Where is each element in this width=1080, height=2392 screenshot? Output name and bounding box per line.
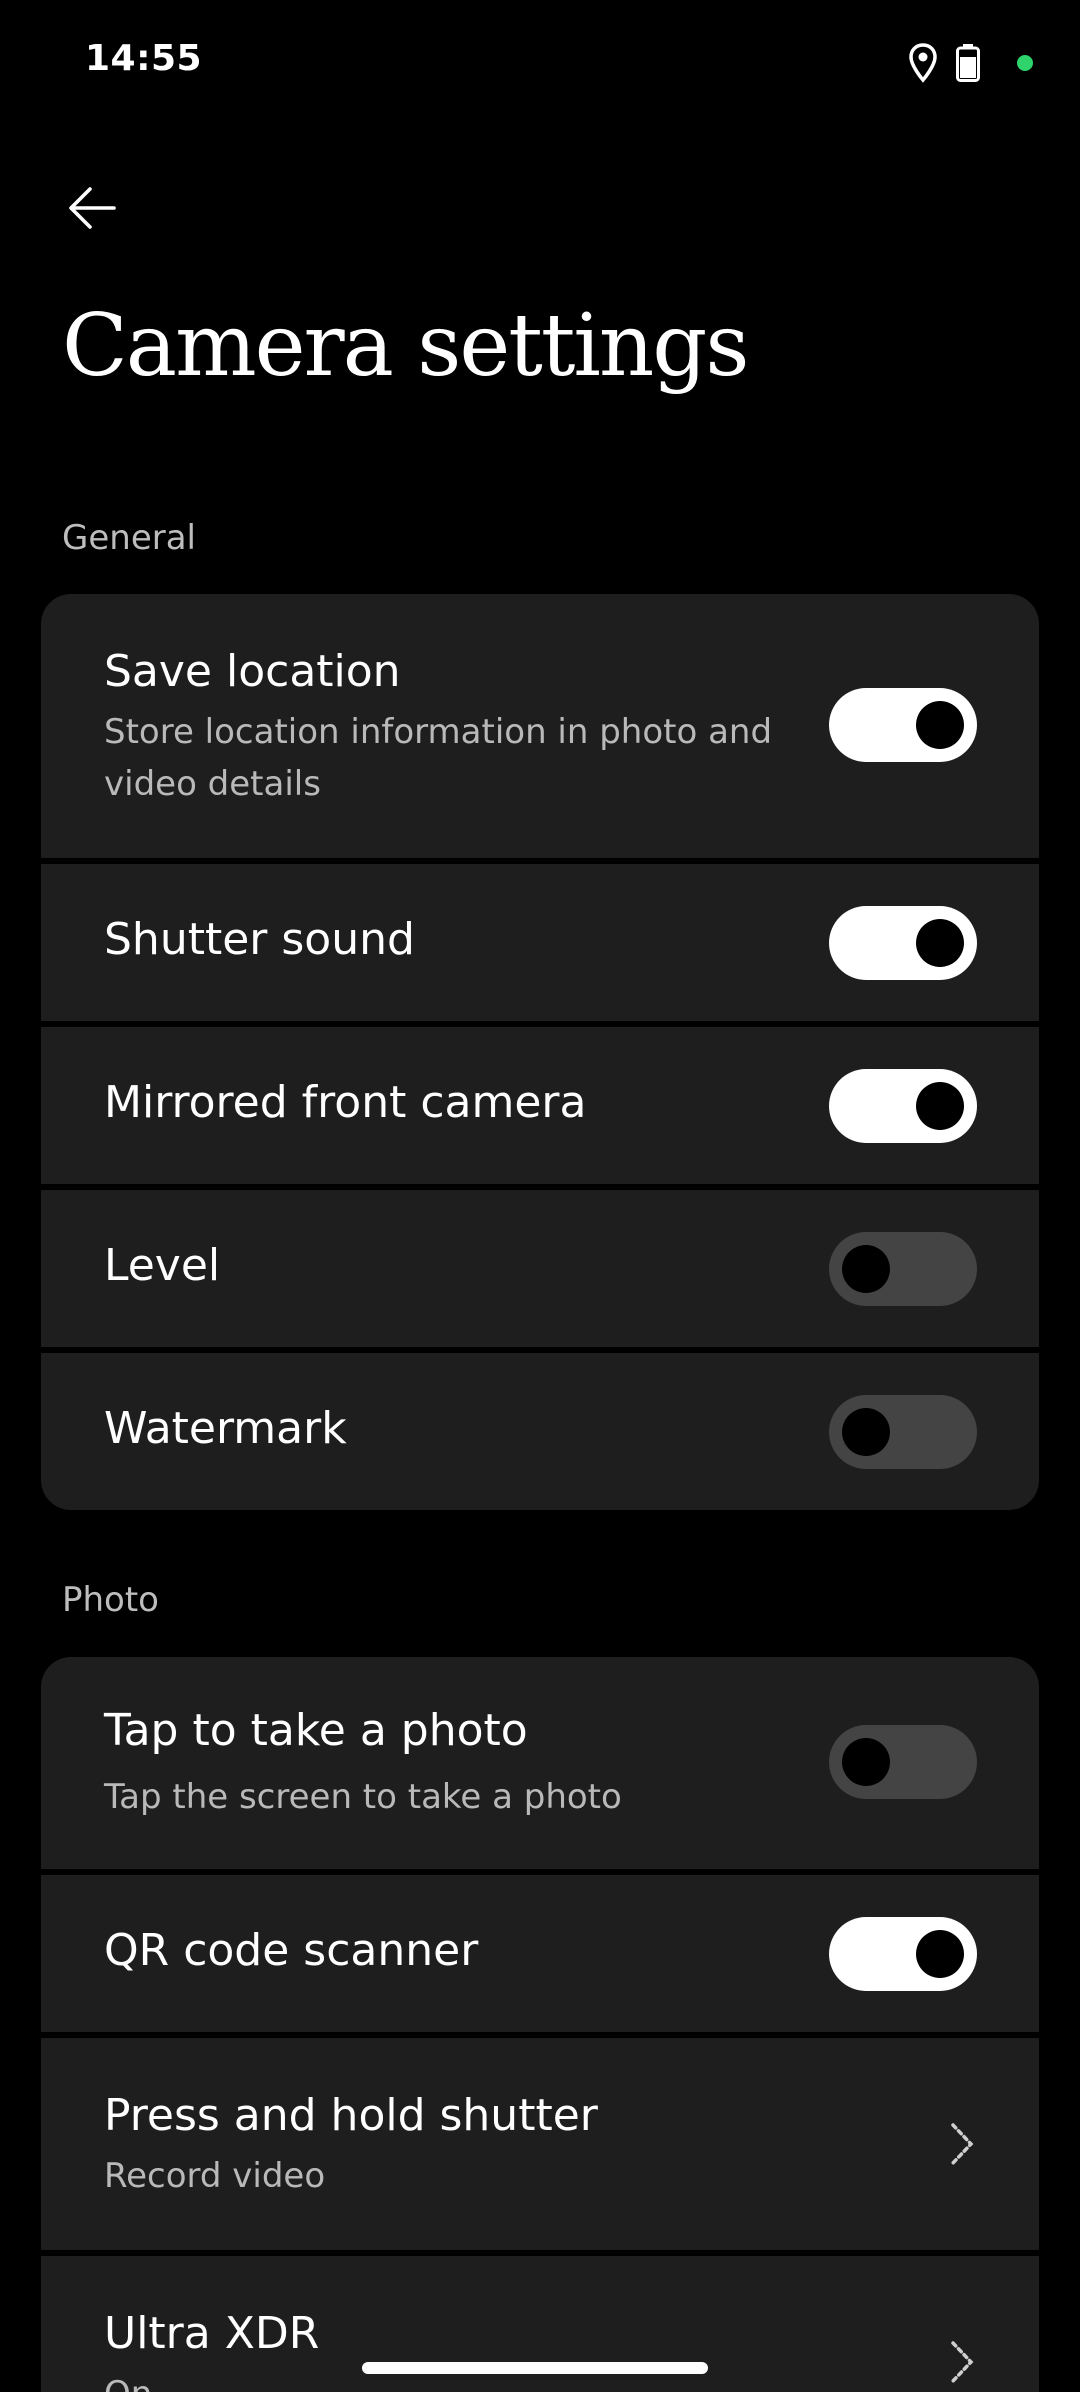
watermark-toggle[interactable] [829,1395,977,1469]
chevron-right-icon [951,2123,974,2165]
page-title: Camera settings [62,296,749,396]
chevron-right-icon [951,2341,974,2383]
privacy-dot-icon [1017,55,1033,71]
status-bar: 14:55 [0,0,1080,126]
setting-title: Tap to take a photo [104,1705,528,1756]
general-settings-card: Save location Store location information… [41,594,1039,1510]
mirrored-front-camera-toggle[interactable] [829,1069,977,1143]
setting-press-and-hold-shutter[interactable]: Press and hold shutter Record video [41,2038,1039,2250]
setting-save-location[interactable]: Save location Store location information… [41,594,1039,858]
shutter-sound-toggle[interactable] [829,906,977,980]
status-icons [880,40,1080,86]
qr-code-scanner-toggle[interactable] [829,1917,977,1991]
home-indicator[interactable] [362,2362,708,2374]
setting-subtitle: Record video [104,2156,326,2196]
section-label-photo: Photo [62,1580,159,1620]
arrow-left-icon [69,187,116,229]
setting-title: Level [104,1240,221,1291]
status-time: 14:55 [85,38,203,79]
setting-qr-code-scanner[interactable]: QR code scanner [41,1875,1039,2032]
photo-settings-card: Tap to take a photo Tap the screen to ta… [41,1657,1039,2392]
battery-icon [956,44,980,82]
setting-subtitle: Store location information in photo and … [104,712,773,804]
setting-shutter-sound[interactable]: Shutter sound [41,864,1039,1021]
setting-subtitle: Tap the screen to take a photo [104,1777,622,1817]
level-toggle[interactable] [829,1232,977,1306]
camera-settings-screen: 14:55 Camera settings General Save locat… [0,0,1080,2392]
setting-title: Ultra XDR [104,2308,320,2359]
setting-watermark[interactable]: Watermark [41,1353,1039,1510]
setting-title: Watermark [104,1403,347,1454]
setting-level[interactable]: Level [41,1190,1039,1347]
setting-title: QR code scanner [104,1925,479,1976]
setting-title: Shutter sound [104,914,415,965]
setting-tap-to-take-photo[interactable]: Tap to take a photo Tap the screen to ta… [41,1657,1039,1869]
section-label-general: General [62,518,196,558]
save-location-toggle[interactable] [829,688,977,762]
tap-to-take-photo-toggle[interactable] [829,1725,977,1799]
back-button[interactable] [56,168,128,248]
setting-title: Mirrored front camera [104,1077,587,1128]
setting-mirrored-front-camera[interactable]: Mirrored front camera [41,1027,1039,1184]
location-icon [909,43,937,83]
setting-title: Press and hold shutter [104,2090,598,2141]
setting-title: Save location [104,646,401,697]
